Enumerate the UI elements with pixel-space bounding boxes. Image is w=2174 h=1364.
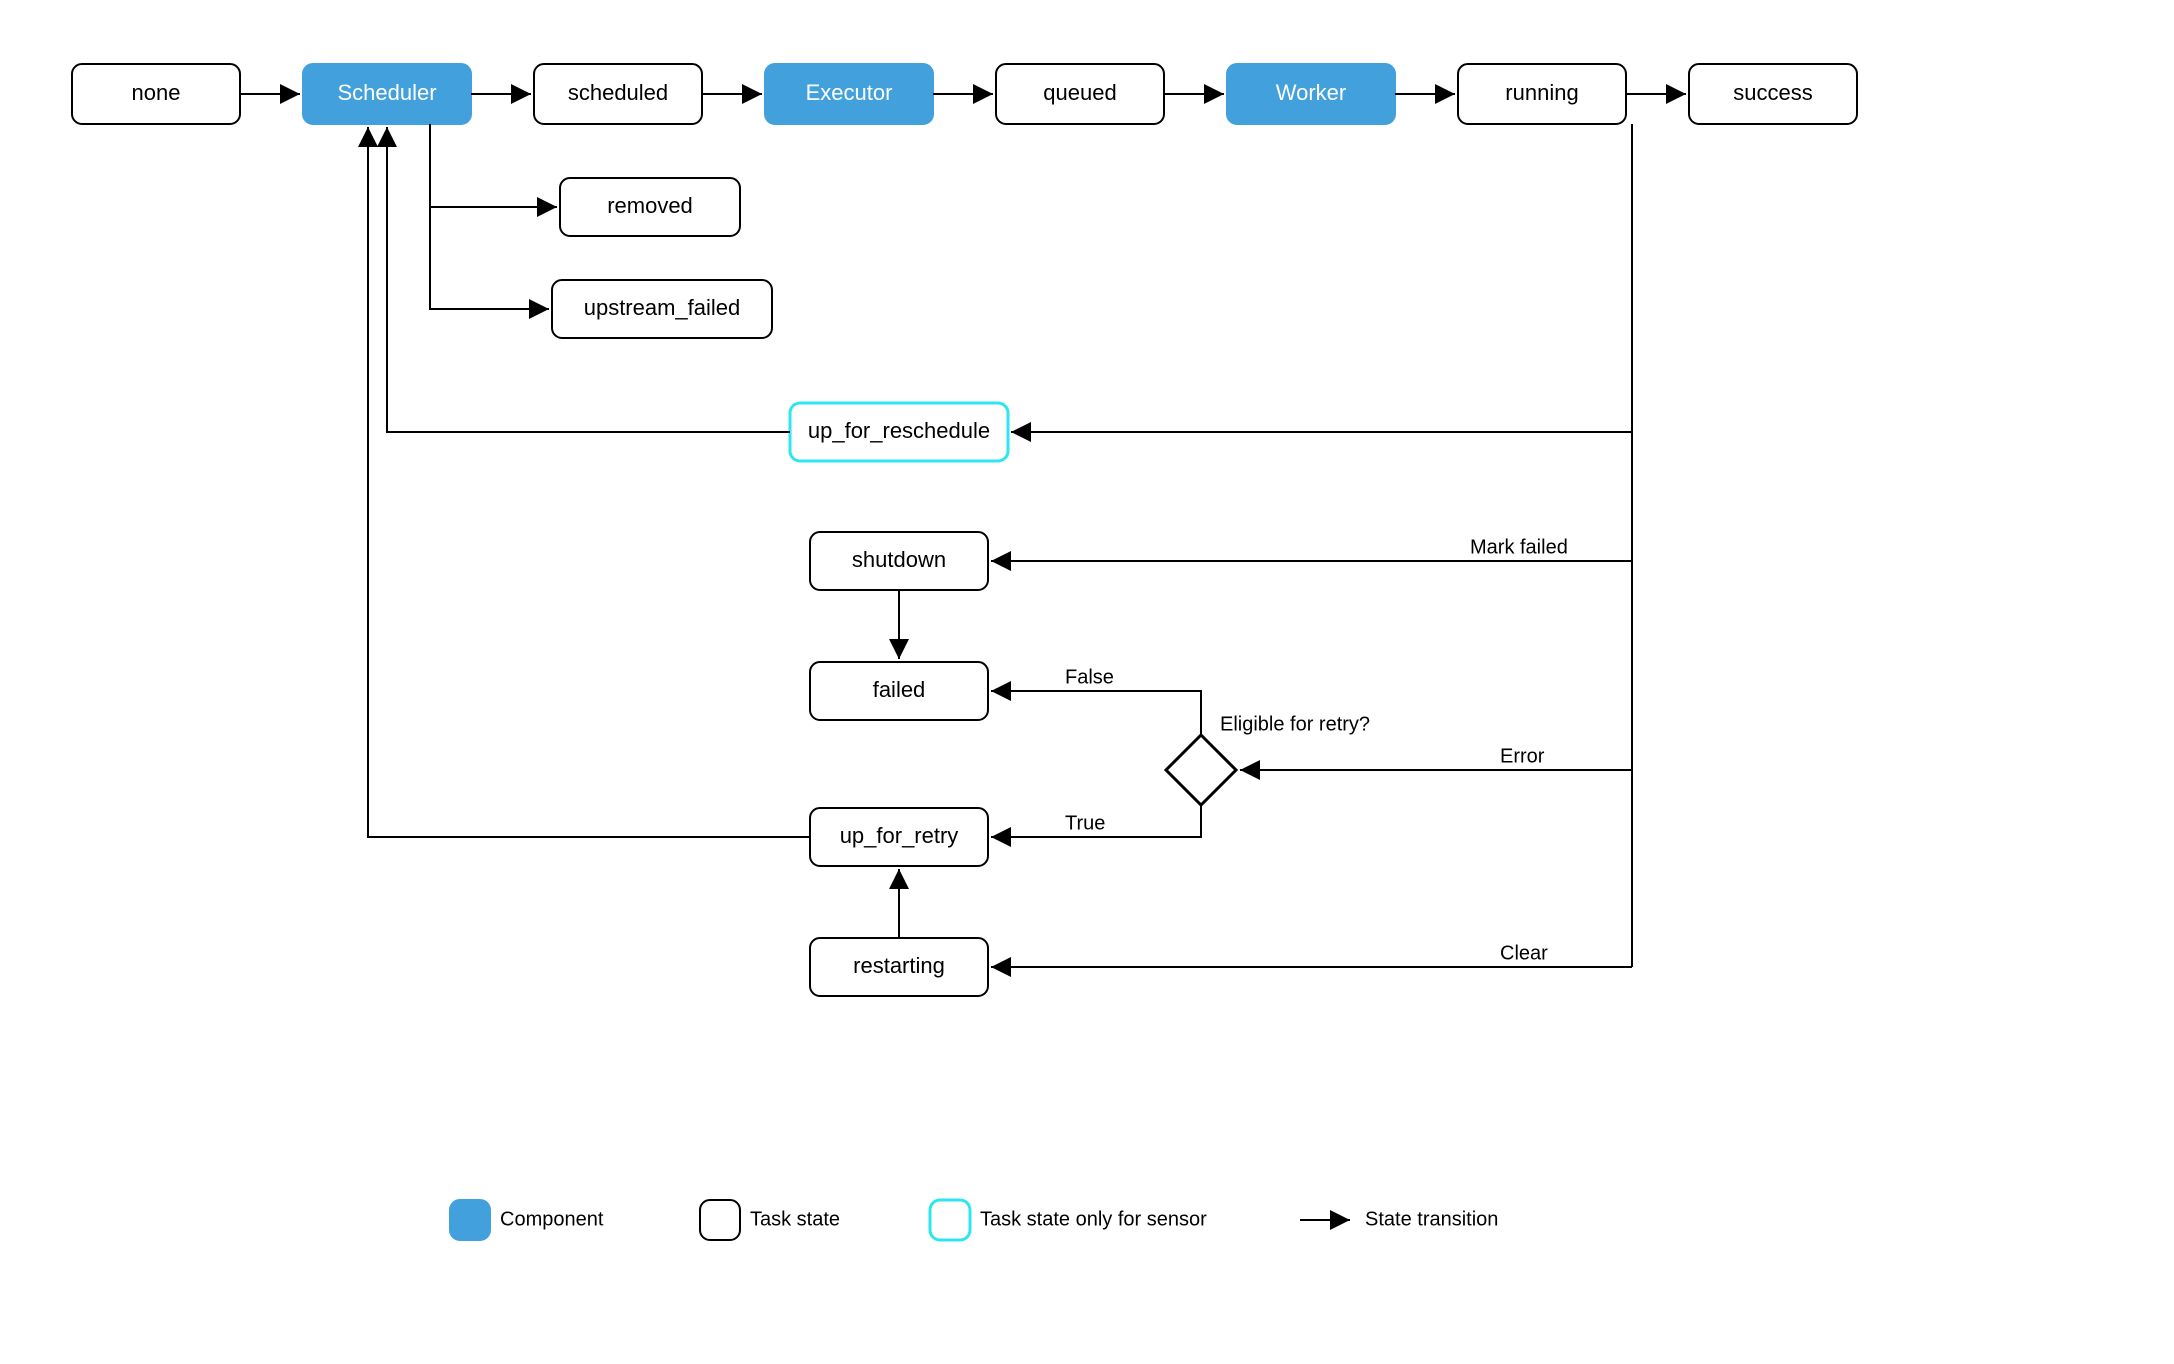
node-up-for-reschedule: up_for_reschedule — [790, 403, 1008, 461]
node-success: success — [1689, 64, 1857, 124]
decision-eligible-for-retry — [1166, 735, 1236, 805]
node-success-label: success — [1733, 80, 1812, 105]
node-scheduler-label: Scheduler — [337, 80, 436, 105]
node-failed: failed — [810, 662, 988, 720]
node-up-for-retry: up_for_retry — [810, 808, 988, 866]
label-mark-failed: Mark failed — [1470, 536, 1568, 558]
legend-transition: State transition — [1365, 1208, 1498, 1230]
node-restarting-label: restarting — [853, 953, 945, 978]
node-restarting: restarting — [810, 938, 988, 996]
node-scheduler: Scheduler — [303, 64, 471, 124]
label-error: Error — [1500, 745, 1545, 767]
node-queued-label: queued — [1043, 80, 1116, 105]
legend-task-state: Task state — [750, 1208, 840, 1230]
node-removed-label: removed — [607, 193, 693, 218]
legend: Component Task state Task state only for… — [450, 1200, 1498, 1240]
node-worker-label: Worker — [1276, 80, 1347, 105]
edge-scheduler-removed — [430, 124, 557, 207]
node-scheduled-label: scheduled — [568, 80, 668, 105]
legend-component: Component — [500, 1208, 604, 1230]
legend-sensor: Task state only for sensor — [980, 1208, 1207, 1230]
node-upstream-failed: upstream_failed — [552, 280, 772, 338]
node-executor: Executor — [765, 64, 933, 124]
task-lifecycle-diagram: none Scheduler scheduled Executor queued… — [0, 0, 2174, 1364]
node-removed: removed — [560, 178, 740, 236]
label-eligible: Eligible for retry? — [1220, 713, 1370, 735]
node-up-for-retry-label: up_for_retry — [840, 823, 959, 848]
edge-diamond-failed — [991, 691, 1201, 735]
node-scheduled: scheduled — [534, 64, 702, 124]
label-false: False — [1065, 666, 1114, 688]
node-executor-label: Executor — [806, 80, 893, 105]
node-queued: queued — [996, 64, 1164, 124]
node-worker: Worker — [1227, 64, 1395, 124]
node-up-for-reschedule-label: up_for_reschedule — [808, 418, 990, 443]
node-running: running — [1458, 64, 1626, 124]
label-clear: Clear — [1500, 942, 1548, 964]
node-running-label: running — [1505, 80, 1578, 105]
edge-scheduler-upstream-failed — [430, 207, 549, 309]
node-shutdown: shutdown — [810, 532, 988, 590]
node-shutdown-label: shutdown — [852, 547, 946, 572]
node-failed-label: failed — [873, 677, 926, 702]
node-none-label: none — [132, 80, 181, 105]
label-true: True — [1065, 812, 1105, 834]
node-none: none — [72, 64, 240, 124]
node-upstream-failed-label: upstream_failed — [584, 295, 741, 320]
